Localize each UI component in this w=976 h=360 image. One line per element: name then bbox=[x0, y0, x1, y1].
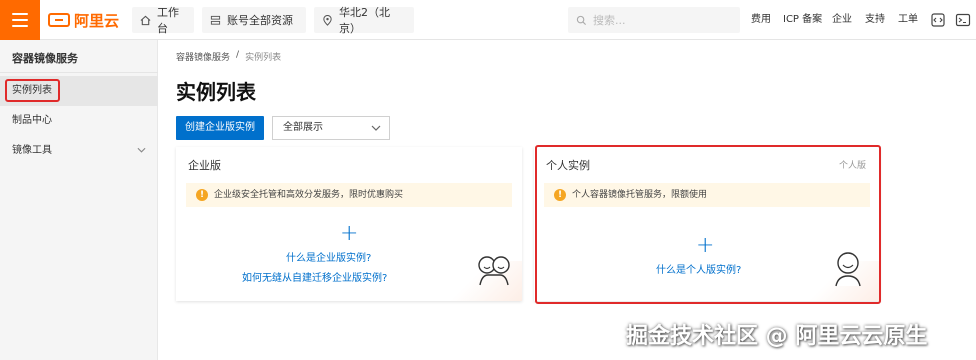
search-icon bbox=[576, 15, 587, 25]
menu-icon-line bbox=[12, 13, 28, 15]
sidebar-item-label: 制品中心 bbox=[12, 115, 52, 126]
menu-icon-line bbox=[12, 19, 28, 21]
search-input[interactable]: 搜索... bbox=[568, 7, 740, 33]
breadcrumb-separator: / bbox=[236, 50, 240, 60]
workbench-button[interactable]: 工作台 bbox=[132, 6, 194, 35]
sidebar: 容器镜像服务 实例列表 制品中心 镜像工具 bbox=[0, 40, 158, 360]
watermark-text: 掘金技术社区 @ 阿里云云原生 bbox=[626, 324, 928, 349]
menu-icon-line bbox=[12, 25, 28, 27]
breadcrumb: 容器镜像服务 / 实例列表 bbox=[176, 50, 281, 63]
warning-icon: ! bbox=[554, 189, 566, 201]
breadcrumb-current: 实例列表 bbox=[245, 53, 282, 63]
warning-icon: ! bbox=[196, 189, 208, 201]
region-label: 华北2（北京） bbox=[339, 6, 390, 35]
stack-icon bbox=[210, 15, 221, 25]
display-filter-select[interactable]: 全部展示 bbox=[272, 116, 390, 140]
plus-icon[interactable]: + bbox=[696, 235, 714, 257]
code-icon[interactable] bbox=[930, 12, 946, 28]
notice-text: 个人容器镜像托管服务，限额使用 bbox=[572, 190, 708, 200]
aliyun-logo-icon bbox=[48, 13, 70, 27]
what-is-personal-link[interactable]: 什么是个人版实例? bbox=[656, 261, 741, 276]
notice-text: 企业级安全托管和高效分发服务，限时优惠购买 bbox=[214, 190, 404, 200]
icp-link[interactable]: ICP 备案 bbox=[783, 0, 822, 40]
what-is-enterprise-link[interactable]: 什么是企业版实例? bbox=[286, 249, 371, 264]
enterprise-notice: ! 企业级安全托管和高效分发服务，限时优惠购买 bbox=[186, 183, 512, 207]
search-placeholder: 搜索... bbox=[593, 14, 626, 27]
card-title: 个人实例 bbox=[546, 159, 590, 172]
account-scope-selector[interactable]: 账号全部资源 bbox=[202, 7, 306, 33]
region-selector[interactable]: 华北2（北京） bbox=[314, 6, 414, 35]
sidebar-item-label: 实例列表 bbox=[12, 85, 52, 96]
top-navigation-bar: 阿里云 工作台 账号全部资源 华北2（北京） 搜索... 费用 ICP 备案 企… bbox=[0, 0, 976, 40]
logo-text: 阿里云 bbox=[74, 11, 120, 30]
plus-icon[interactable]: + bbox=[340, 223, 358, 245]
workbench-label: 工作台 bbox=[157, 6, 179, 35]
aliyun-logo[interactable]: 阿里云 bbox=[48, 10, 119, 30]
sidebar-item-image-tools[interactable]: 镜像工具 bbox=[0, 136, 158, 166]
user-avatar-icon bbox=[835, 252, 861, 287]
chevron-down-icon bbox=[371, 125, 381, 131]
edition-tag: 个人版 bbox=[838, 161, 866, 171]
display-filter-value: 全部展示 bbox=[283, 122, 323, 133]
sidebar-item-artifact-center[interactable]: 制品中心 bbox=[0, 106, 158, 136]
multi-user-icon bbox=[478, 256, 510, 286]
sidebar-divider bbox=[0, 72, 158, 73]
account-scope-label: 账号全部资源 bbox=[227, 14, 293, 27]
location-pin-icon bbox=[323, 14, 332, 26]
card-title: 企业版 bbox=[188, 159, 221, 172]
terminal-icon[interactable] bbox=[955, 12, 971, 28]
menu-button[interactable] bbox=[0, 0, 40, 40]
billing-link[interactable]: 费用 bbox=[751, 0, 771, 40]
chevron-down-icon bbox=[137, 147, 146, 153]
support-link[interactable]: 支持 bbox=[865, 0, 885, 40]
sidebar-item-instance-list[interactable]: 实例列表 bbox=[0, 76, 158, 106]
personal-instance-card: 个人实例 个人版 ! 个人容器镜像托管服务，限额使用 + 什么是个人版实例? bbox=[534, 147, 880, 301]
enterprise-link[interactable]: 企业 bbox=[832, 0, 852, 40]
breadcrumb-root[interactable]: 容器镜像服务 bbox=[176, 50, 230, 63]
page-title: 实例列表 bbox=[176, 80, 256, 104]
ticket-link[interactable]: 工单 bbox=[898, 0, 918, 40]
home-icon bbox=[140, 15, 151, 25]
migrate-enterprise-link[interactable]: 如何无缝从自建迁移企业版实例? bbox=[242, 269, 387, 284]
personal-notice: ! 个人容器镜像托管服务，限额使用 bbox=[544, 183, 870, 207]
sidebar-title: 容器镜像服务 bbox=[12, 52, 78, 65]
create-enterprise-instance-button[interactable]: 创建企业版实例 bbox=[176, 116, 264, 140]
sidebar-item-label: 镜像工具 bbox=[12, 145, 52, 156]
enterprise-instance-card: 企业版 ! 企业级安全托管和高效分发服务，限时优惠购买 + 什么是企业版实例? … bbox=[176, 147, 522, 301]
